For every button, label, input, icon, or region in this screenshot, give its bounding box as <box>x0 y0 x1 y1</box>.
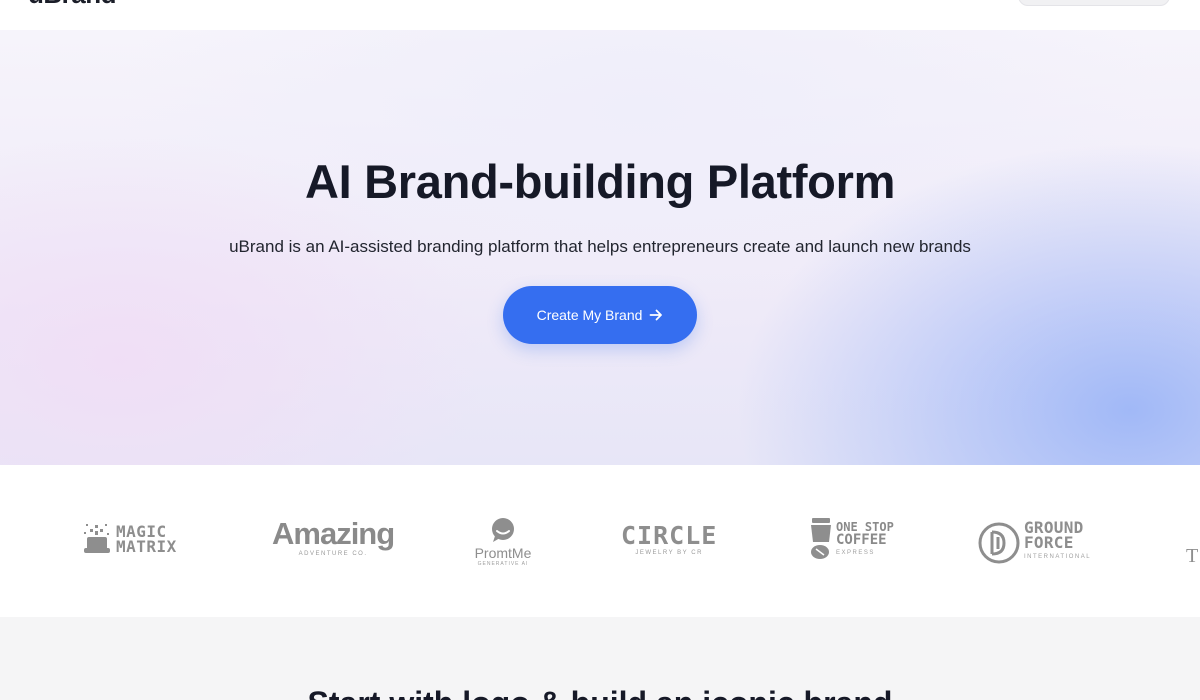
logo-promptme: PromtMe GENERATIVE AI <box>468 517 538 567</box>
promptme-name: PromtMe <box>474 545 532 561</box>
chat-bubble-icon <box>492 518 514 542</box>
logo-magic-matrix: MAGIC MATRIX <box>82 521 177 557</box>
logo-amazing: Amazing ADVENTURE CO. <box>272 516 395 557</box>
customer-logos-strip: MAGIC MATRIX Amazing ADVENTURE CO. Promt… <box>0 465 1200 617</box>
features-title: Start with logo & build an iconic brand <box>0 685 1200 700</box>
logo-ground-force: GROUND FORCE INTERNATIONAL <box>978 520 1091 565</box>
coffee-line2: COFFEE <box>836 531 887 548</box>
coffee-tagline: EXPRESS <box>836 549 875 556</box>
ground-force-tagline: INTERNATIONAL <box>1024 554 1092 560</box>
circle-tagline: JEWELRY BY CR <box>635 550 703 556</box>
hero-subtitle: uBrand is an AI-assisted branding platfo… <box>229 237 971 256</box>
ground-force-emblem-icon <box>978 522 1020 563</box>
magic-matrix-line2: MATRIX <box>116 537 177 556</box>
create-my-brand-button[interactable]: Create My Brand <box>503 286 697 344</box>
hero-title: AI Brand-building Platform <box>304 155 896 208</box>
features-section: Start with logo & build an iconic brand <box>0 617 1200 700</box>
amazing-name: Amazing <box>272 516 395 551</box>
hero-section: AI Brand-building Platform uBrand is an … <box>0 30 1200 465</box>
promptme-tagline: GENERATIVE AI <box>477 561 529 567</box>
arrow-right-icon <box>650 309 663 321</box>
brand-logo[interactable]: uBrand <box>28 0 117 7</box>
magic-hat-icon <box>84 524 110 553</box>
create-my-brand-label: Create My Brand <box>536 307 643 323</box>
logo-circle: CIRCLE JEWELRY BY CR <box>621 521 718 557</box>
header-action-button[interactable] <box>1018 0 1170 6</box>
circle-name: CIRCLE <box>621 521 718 550</box>
amazing-tagline: ADVENTURE CO. <box>298 551 368 557</box>
logo-one-stop-coffee: ONE STOP COFFEE EXPRESS <box>808 518 894 562</box>
logo-partial: T <box>1186 545 1199 567</box>
coffee-cup-icon <box>811 518 831 559</box>
site-header: uBrand <box>0 0 1200 30</box>
ground-force-line2: FORCE <box>1024 533 1074 552</box>
